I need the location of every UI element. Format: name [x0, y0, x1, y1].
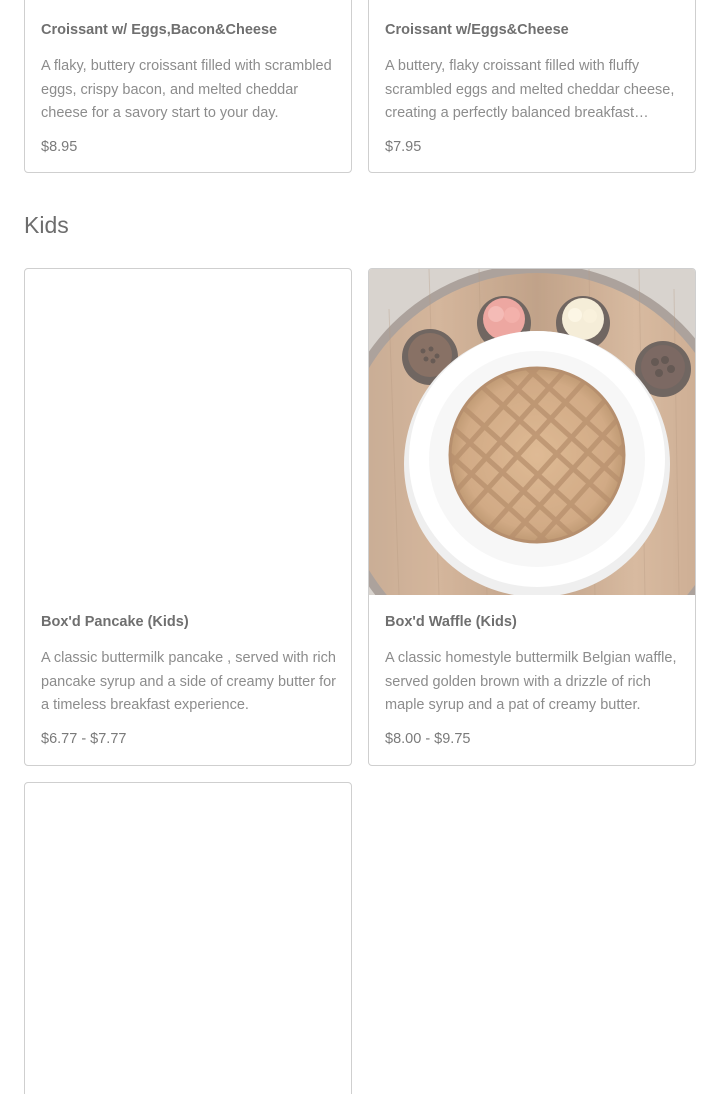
item-price: $6.77 - $7.77: [41, 731, 127, 747]
item-description: A classic homestyle buttermilk Belgian w…: [385, 650, 677, 713]
menu-item-card[interactable]: Croissant w/Eggs&Cheese A buttery, flaky…: [368, 0, 696, 173]
menu-item-card[interactable]: Box'd Pancake (Kids) A classic buttermil…: [24, 268, 352, 766]
section-title: Kids: [24, 212, 69, 238]
item-image-placeholder: [25, 269, 351, 595]
item-description: A buttery, flaky croissant filled with f…: [385, 58, 675, 121]
menu-item-card[interactable]: [24, 782, 352, 1094]
menu-item-card[interactable]: Croissant w/ Eggs,Bacon&Cheese A flaky, …: [24, 0, 352, 173]
item-title: Box'd Waffle (Kids): [385, 614, 517, 630]
item-title: Croissant w/Eggs&Cheese: [385, 22, 569, 38]
item-image-placeholder: [25, 783, 351, 1094]
item-title: Box'd Pancake (Kids): [41, 614, 189, 630]
item-price: $8.00 - $9.75: [385, 731, 471, 747]
waffle-photo-icon: [369, 269, 695, 595]
item-title: Croissant w/ Eggs,Bacon&Cheese: [41, 22, 278, 38]
item-price: $8.95: [41, 139, 78, 155]
item-description: A flaky, buttery croissant filled with s…: [41, 58, 332, 121]
item-description: A classic buttermilk pancake , served wi…: [41, 650, 336, 713]
item-price: $7.95: [385, 139, 422, 155]
menu-item-card[interactable]: Box'd Waffle (Kids) A classic homestyle …: [368, 268, 696, 766]
